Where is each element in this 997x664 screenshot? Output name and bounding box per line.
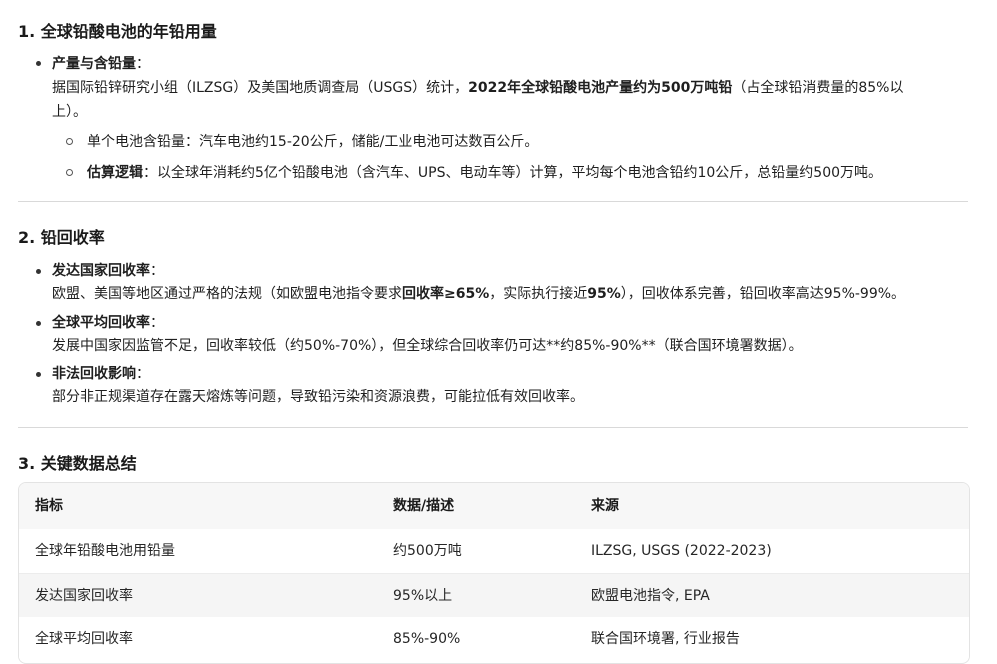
section-heading-3: 3. 关键数据总结 [18, 454, 137, 473]
colon: ： [136, 56, 150, 72]
bullet-label: 非法回收影响 [52, 366, 136, 382]
table-cell: 约500万吨 [393, 543, 462, 559]
table-cell: 全球平均回收率 [35, 631, 133, 647]
bullet-dot [36, 269, 41, 274]
bullet-dot [36, 372, 41, 377]
bullet-text-line: 欧盟、美国等地区通过严格的法规（如欧盟电池指令要求回收率≥65%，实际执行接近9… [52, 284, 905, 304]
table-cell: 发达国家回收率 [35, 588, 133, 604]
text-segment: （占全球铅消费量的85%以 [732, 80, 904, 96]
bullet-text-line: 部分非正规渠道存在露天熔炼等问题，导致铅污染和资源浪费，可能拉低有效回收率。 [52, 389, 584, 405]
text-segment: ），回收体系完善，铅回收率高达95%-99%。 [620, 286, 906, 302]
colon: ： [150, 315, 164, 331]
table-cell: 全球年铅酸电池用铅量 [35, 543, 175, 559]
document-page: 1. 全球铅酸电池的年铅用量 产量与含铅量： 据国际铅锌研究小组（ILZSG）及… [0, 0, 997, 664]
bullet-title: 产量与含铅量： [52, 54, 150, 74]
table-header-cell: 指标 [35, 498, 63, 514]
text-segment: 据国际铅锌研究小组（ILZSG）及美国地质调查局（USGS）统计， [52, 80, 469, 96]
sub-bullet-text: 估算逻辑：以全球年消耗约5亿个铅酸电池（含汽车、UPS、电动车等）计算，平均每个… [87, 163, 882, 183]
text-segment: 欧盟、美国等地区通过严格的法规（如欧盟电池指令要求 [52, 286, 402, 302]
sub-bullet-dot [66, 138, 73, 145]
text-segment: ：以全球年消耗约5亿个铅酸电池（含汽车、UPS、电动车等）计算，平均每个电池含铅… [143, 165, 883, 181]
table-header-cell: 来源 [591, 498, 619, 514]
colon: ： [136, 366, 150, 382]
bullet-label: 发达国家回收率 [52, 263, 150, 279]
table-row: 全球平均回收率 85%-90% 联合国环境署, 行业报告 [19, 617, 969, 661]
bullet-dot [36, 321, 41, 326]
table-cell: 联合国环境署, 行业报告 [591, 631, 740, 647]
bullet-dot [36, 61, 41, 66]
colon: ： [150, 263, 164, 279]
sub-bullet-text: 单个电池含铅量：汽车电池约15-20公斤，储能/工业电池可达数百公斤。 [87, 134, 539, 150]
bold-segment: 2022年全球铅酸电池产量约为500万吨铅 [468, 80, 733, 96]
bullet-title: 非法回收影响： [52, 364, 150, 384]
bullet-title: 发达国家回收率： [52, 261, 164, 281]
bullet-title: 全球平均回收率： [52, 313, 164, 333]
section-heading-1: 1. 全球铅酸电池的年铅用量 [18, 22, 217, 41]
bullet-text-line: 上）。 [52, 104, 87, 120]
text-segment: ，实际执行接近 [489, 286, 588, 302]
table-header-cell: 数据/描述 [393, 498, 455, 514]
table-cell: 欧盟电池指令, EPA [591, 588, 710, 604]
table-cell: ILZSG, USGS (2022-2023) [591, 543, 772, 559]
section-divider [18, 427, 968, 428]
bullet-text-line: 发展中国家因监管不足，回收率较低（约50%-70%），但全球综合回收率仍可达**… [52, 338, 803, 354]
bold-segment: 回收率≥65% [402, 286, 490, 302]
bold-segment: 估算逻辑 [87, 165, 143, 181]
table-header-row: 指标 数据/描述 来源 [19, 483, 969, 529]
table-row: 全球年铅酸电池用铅量 约500万吨 ILZSG, USGS (2022-2023… [19, 529, 969, 573]
section-heading-2: 2. 铅回收率 [18, 228, 105, 247]
table-cell: 85%-90% [393, 631, 461, 647]
bullet-text-line: 据国际铅锌研究小组（ILZSG）及美国地质调查局（USGS）统计，2022年全球… [52, 78, 903, 98]
section-divider [18, 201, 968, 202]
summary-table: 指标 数据/描述 来源 全球年铅酸电池用铅量 约500万吨 ILZSG, USG… [18, 482, 970, 664]
sub-bullet-dot [66, 169, 73, 176]
table-row: 发达国家回收率 95%以上 欧盟电池指令, EPA [19, 573, 969, 619]
bullet-label: 产量与含铅量 [52, 56, 136, 72]
bullet-label: 全球平均回收率 [52, 315, 150, 331]
bold-segment: 95% [587, 286, 621, 302]
table-cell: 95%以上 [393, 588, 453, 604]
